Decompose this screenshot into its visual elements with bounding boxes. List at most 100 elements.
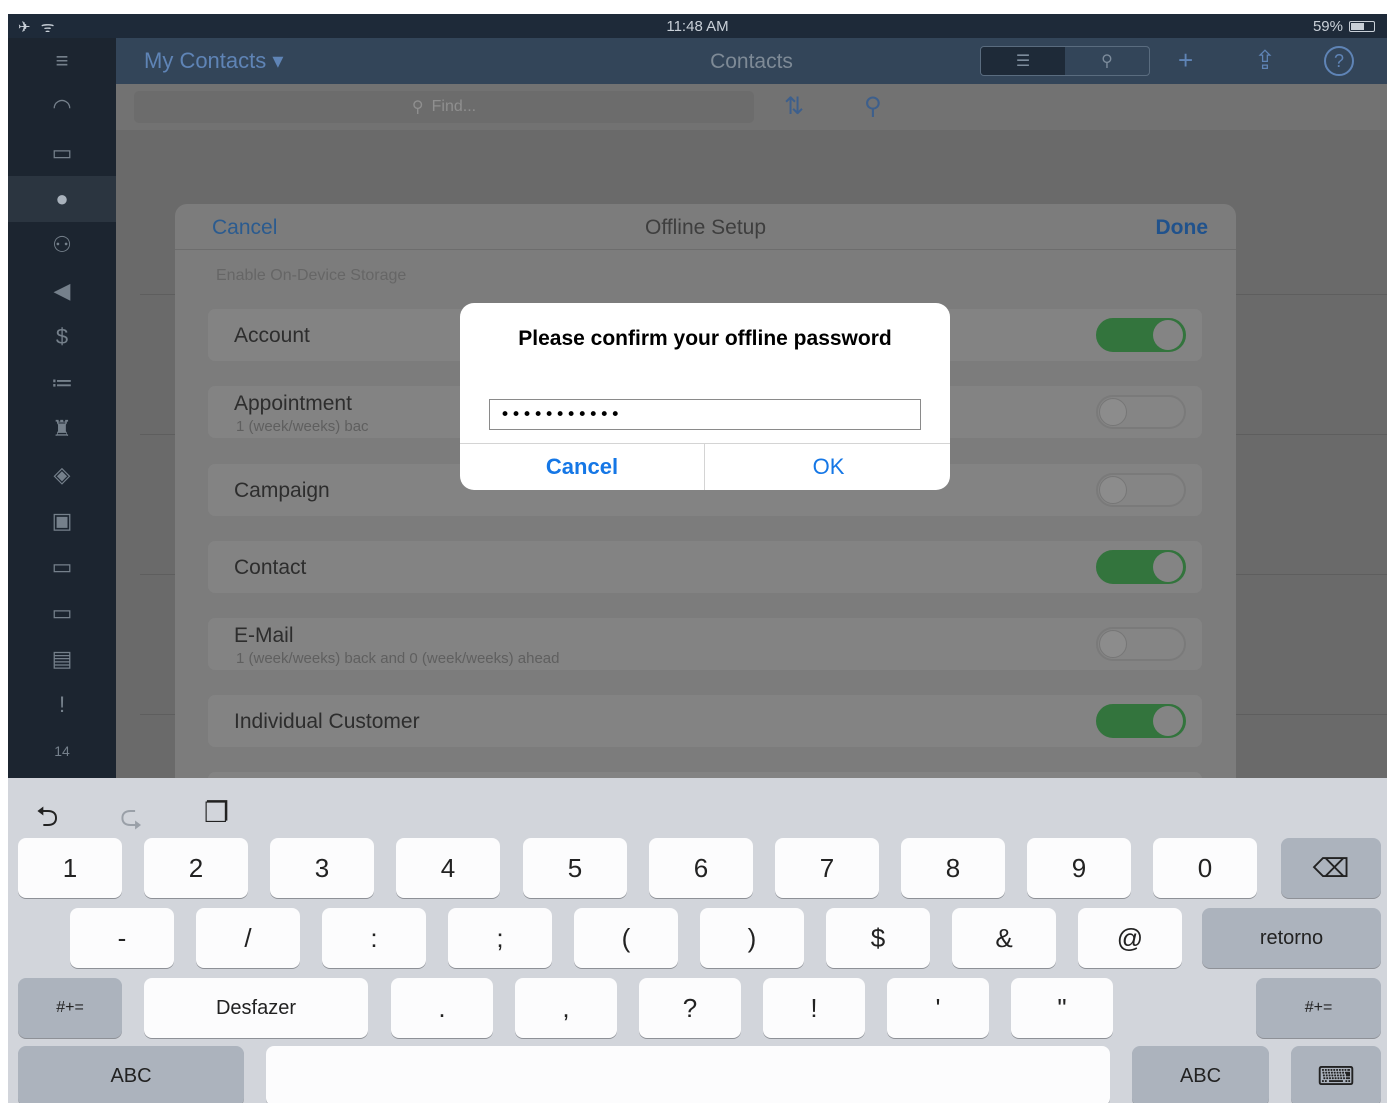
- email-toggle[interactable]: [1096, 627, 1186, 661]
- product-icon[interactable]: ◈: [8, 452, 116, 498]
- appointment-toggle[interactable]: [1096, 395, 1186, 429]
- campaign-icon[interactable]: ◀: [8, 268, 116, 314]
- setting-row-contact: Contact: [208, 541, 1202, 593]
- row-label: Account: [234, 324, 310, 347]
- view-segmented-control[interactable]: ☰ ⚲: [980, 46, 1150, 76]
- key-7[interactable]: 7: [775, 838, 879, 898]
- key-ampersand[interactable]: &: [952, 908, 1056, 968]
- key-slash[interactable]: /: [196, 908, 300, 968]
- row-label: Contact: [234, 556, 307, 579]
- contact-toggle[interactable]: [1096, 550, 1186, 584]
- sidebar: ≡ ◠ ▭ ● ⚇ ◀ $ ≔ ♜ ◈ ▣ ▭ ▭ ▤ ! 14: [8, 38, 116, 778]
- key-quote[interactable]: ": [1011, 978, 1113, 1038]
- undo-key[interactable]: Desfazer: [144, 978, 368, 1038]
- key-at[interactable]: @: [1078, 908, 1182, 968]
- password-alert-dialog: Please confirm your offline password Can…: [460, 303, 950, 490]
- row-subtitle: 1 (week/weeks) bac: [236, 418, 369, 435]
- sort-icon[interactable]: ⇅: [784, 92, 804, 121]
- calendar-icon[interactable]: 14: [8, 728, 116, 774]
- key-5[interactable]: 5: [523, 838, 627, 898]
- folder-icon[interactable]: ▭: [8, 130, 116, 176]
- row-label: E-Mail: [234, 624, 294, 647]
- share-icon[interactable]: ⇪: [1254, 45, 1276, 76]
- key-open-paren[interactable]: (: [574, 908, 678, 968]
- my-contacts-dropdown[interactable]: My Contacts ▾: [144, 48, 283, 74]
- abc-key-left[interactable]: ABC: [18, 1046, 244, 1103]
- alert-icon[interactable]: !: [8, 682, 116, 728]
- key-1[interactable]: 1: [18, 838, 122, 898]
- help-icon[interactable]: ?: [1324, 46, 1354, 76]
- contacts-icon[interactable]: ●: [8, 176, 116, 222]
- alert-ok-button[interactable]: OK: [706, 444, 950, 490]
- key-9[interactable]: 9: [1027, 838, 1131, 898]
- account-toggle[interactable]: [1096, 318, 1186, 352]
- folder-icon-3[interactable]: ▭: [8, 590, 116, 636]
- competitor-icon[interactable]: ♜: [8, 406, 116, 452]
- key-apostrophe[interactable]: ': [887, 978, 989, 1038]
- key-8[interactable]: 8: [901, 838, 1005, 898]
- return-key[interactable]: retorno: [1202, 908, 1381, 968]
- sheet-title: Offline Setup: [644, 216, 767, 239]
- section-header: Enable On-Device Storage: [216, 267, 407, 284]
- status-time: 11:48 AM: [666, 18, 729, 35]
- key-exclamation[interactable]: !: [763, 978, 865, 1038]
- search-icon: ⚲: [411, 99, 424, 116]
- key-colon[interactable]: :: [322, 908, 426, 968]
- offline-setup-sheet: Cancel Offline Setup Done Enable On-Devi…: [175, 204, 1236, 779]
- find-bar: ⚲ Find... ⇅ ⚲: [116, 84, 1387, 130]
- add-icon[interactable]: +: [1178, 45, 1193, 76]
- status-bar: ✈ ᯤ 11:48 AM 59%: [8, 14, 1387, 38]
- key-4[interactable]: 4: [396, 838, 500, 898]
- setting-row-individual-customer: Individual Customer: [208, 695, 1202, 747]
- setting-row-email: E-Mail 1 (week/weeks) back and 0 (week/w…: [208, 618, 1202, 670]
- list-view-icon[interactable]: ☰: [981, 47, 1065, 75]
- screen: ✈ ᯤ 11:48 AM 59% ≡ ◠ ▭ ● ⚇ ◀ $ ≔ ♜ ◈ ▣ ▭…: [0, 0, 1387, 1103]
- redo-icon[interactable]: ⮎: [120, 796, 142, 844]
- groups-icon[interactable]: ⚇: [8, 222, 116, 268]
- top-navigation-bar: My Contacts ▾ Contacts ☰ ⚲ + ⇪ ?: [116, 38, 1387, 84]
- row-label: Individual Customer: [234, 710, 420, 733]
- key-semicolon[interactable]: ;: [448, 908, 552, 968]
- find-placeholder: Find...: [431, 98, 477, 115]
- alert-cancel-button[interactable]: Cancel: [460, 444, 705, 490]
- key-close-paren[interactable]: ): [700, 908, 804, 968]
- backspace-icon[interactable]: ⌫: [1281, 838, 1381, 898]
- key-2[interactable]: 2: [144, 838, 248, 898]
- key-dollar[interactable]: $: [826, 908, 930, 968]
- key-period[interactable]: .: [391, 978, 493, 1038]
- individual-customer-toggle[interactable]: [1096, 704, 1186, 738]
- hide-keyboard-icon[interactable]: ⌨: [1291, 1046, 1381, 1103]
- sheet-done-button[interactable]: Done: [1156, 216, 1209, 240]
- sheet-navigation-bar: Cancel Offline Setup Done: [175, 204, 1236, 250]
- symbols-key-right[interactable]: #+=: [1256, 978, 1381, 1038]
- campaign-toggle[interactable]: [1096, 473, 1186, 507]
- row-subtitle: 1 (week/weeks) back and 0 (week/weeks) a…: [236, 650, 560, 667]
- map-pin-icon[interactable]: ⚲: [1065, 47, 1149, 75]
- key-3[interactable]: 3: [270, 838, 374, 898]
- find-input[interactable]: ⚲ Find...: [134, 91, 754, 123]
- row-label: Campaign: [234, 479, 330, 502]
- key-question[interactable]: ?: [639, 978, 741, 1038]
- sheet-cancel-button[interactable]: Cancel: [212, 216, 277, 240]
- key-6[interactable]: 6: [649, 838, 753, 898]
- sales-icon[interactable]: $: [8, 314, 116, 360]
- key-comma[interactable]: ,: [515, 978, 617, 1038]
- menu-icon[interactable]: ≡: [8, 38, 116, 84]
- password-input[interactable]: [489, 399, 921, 430]
- folder-icon-2[interactable]: ▭: [8, 544, 116, 590]
- documents-icon[interactable]: ▣: [8, 498, 116, 544]
- alert-message: Please confirm your offline password: [518, 327, 892, 350]
- zoom-search-icon[interactable]: ⚲: [864, 92, 882, 121]
- key-0[interactable]: 0: [1153, 838, 1257, 898]
- space-bar[interactable]: [266, 1046, 1110, 1103]
- tasks-icon[interactable]: ≔: [8, 360, 116, 406]
- undo-icon[interactable]: ⮌: [36, 796, 58, 844]
- key-hyphen[interactable]: -: [70, 908, 174, 968]
- abc-key-right[interactable]: ABC: [1132, 1046, 1269, 1103]
- card-icon[interactable]: ▤: [8, 636, 116, 682]
- page-title: Contacts: [710, 50, 793, 73]
- symbols-key-left[interactable]: #+=: [18, 978, 122, 1038]
- feed-icon[interactable]: ◠: [8, 84, 116, 130]
- paste-icon[interactable]: ❐: [204, 796, 229, 829]
- row-label: Appointment: [234, 392, 352, 415]
